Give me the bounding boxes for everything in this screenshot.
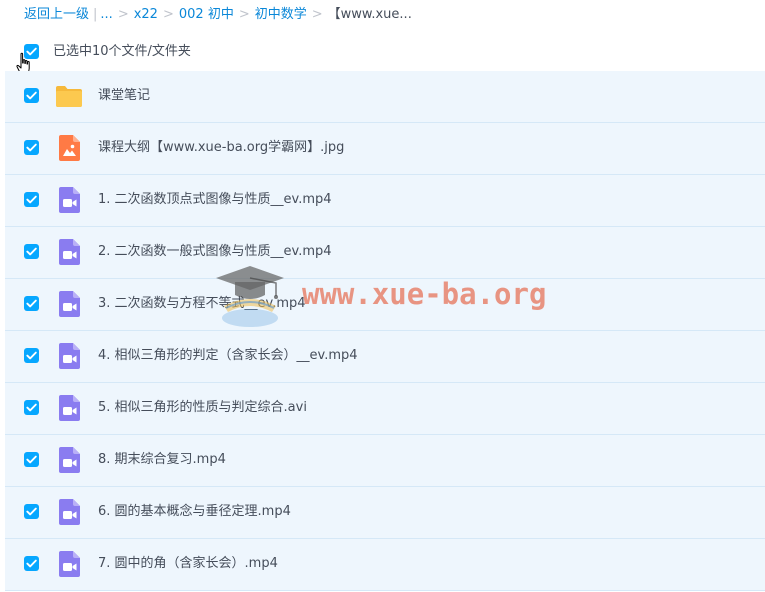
file-browser: 返回上一级 |... > x22 >002 初中 > 初中数学 > 【www.xue... 已选… bbox=[0, 0, 765, 592]
check-icon bbox=[26, 247, 37, 256]
check-icon bbox=[26, 559, 37, 568]
file-name[interactable]: 课堂笔记 bbox=[98, 86, 150, 106]
file-checkbox[interactable] bbox=[24, 244, 39, 259]
file-row[interactable]: 8. 期末综合复习.mp4 bbox=[5, 435, 765, 487]
folder-icon bbox=[55, 82, 83, 110]
file-row[interactable]: 6. 圆的基本概念与垂径定理.mp4 bbox=[5, 487, 765, 539]
video-file-icon bbox=[55, 342, 83, 370]
video-file-icon bbox=[55, 290, 83, 318]
file-row[interactable]: 3. 二次函数与方程不等式__ev.mp4 bbox=[5, 279, 765, 331]
file-name[interactable]: 6. 圆的基本概念与垂径定理.mp4 bbox=[98, 502, 291, 522]
check-icon bbox=[26, 195, 37, 204]
file-name[interactable]: 课程大纲【www.xue-ba.org学霸网】.jpg bbox=[98, 138, 344, 158]
check-icon bbox=[26, 507, 37, 516]
video-file-icon bbox=[55, 238, 83, 266]
file-checkbox[interactable] bbox=[24, 88, 39, 103]
check-icon bbox=[26, 143, 37, 152]
back-link[interactable]: 返回上一级 bbox=[24, 7, 89, 22]
file-row[interactable]: 5. 相似三角形的性质与判定综合.avi bbox=[5, 383, 765, 435]
file-row[interactable]: 1. 二次函数顶点式图像与性质__ev.mp4 bbox=[5, 175, 765, 227]
selection-bar: 已选中10个文件/文件夹 bbox=[0, 36, 765, 70]
breadcrumb-item-math[interactable]: 初中数学 bbox=[255, 7, 307, 22]
video-file-icon bbox=[55, 186, 83, 214]
breadcrumb-separator: > bbox=[311, 7, 323, 22]
file-row[interactable]: 2. 二次函数一般式图像与性质__ev.mp4 bbox=[5, 227, 765, 279]
file-name[interactable]: 8. 期末综合复习.mp4 bbox=[98, 450, 226, 470]
file-name[interactable]: 7. 圆中的角（含家长会）.mp4 bbox=[98, 554, 278, 574]
file-row[interactable]: 4. 相似三角形的判定（含家长会）__ev.mp4 bbox=[5, 331, 765, 383]
image-file-icon bbox=[55, 134, 83, 162]
file-checkbox[interactable] bbox=[24, 296, 39, 311]
file-checkbox[interactable] bbox=[24, 556, 39, 571]
file-name[interactable]: 1. 二次函数顶点式图像与性质__ev.mp4 bbox=[98, 190, 332, 210]
file-checkbox[interactable] bbox=[24, 400, 39, 415]
video-file-icon bbox=[55, 446, 83, 474]
video-file-icon bbox=[55, 394, 83, 422]
breadcrumb-item-002[interactable]: 002 初中 bbox=[179, 7, 234, 22]
check-icon bbox=[26, 403, 37, 412]
file-row[interactable]: 课堂笔记 bbox=[5, 71, 765, 123]
breadcrumb-current: 【www.xue... bbox=[327, 7, 412, 22]
video-file-icon bbox=[55, 550, 83, 578]
file-list: 课堂笔记课程大纲【www.xue-ba.org学霸网】.jpg 1. 二次函数顶点… bbox=[5, 71, 765, 591]
breadcrumb-separator: > bbox=[238, 7, 250, 22]
check-icon bbox=[26, 299, 37, 308]
file-name[interactable]: 4. 相似三角形的判定（含家长会）__ev.mp4 bbox=[98, 346, 358, 366]
file-row[interactable]: 课程大纲【www.xue-ba.org学霸网】.jpg bbox=[5, 123, 765, 175]
video-file-icon bbox=[55, 498, 83, 526]
check-icon bbox=[26, 455, 37, 464]
breadcrumb-divider: | bbox=[93, 7, 98, 22]
file-checkbox[interactable] bbox=[24, 348, 39, 363]
breadcrumb: 返回上一级 |... > x22 >002 初中 > 初中数学 > 【www.xue... bbox=[24, 5, 412, 25]
file-name[interactable]: 2. 二次函数一般式图像与性质__ev.mp4 bbox=[98, 242, 332, 262]
file-checkbox[interactable] bbox=[24, 504, 39, 519]
file-checkbox[interactable] bbox=[24, 452, 39, 467]
selection-count-label: 已选中10个文件/文件夹 bbox=[53, 44, 191, 59]
file-checkbox[interactable] bbox=[24, 192, 39, 207]
file-row[interactable]: 7. 圆中的角（含家长会）.mp4 bbox=[5, 539, 765, 591]
check-icon bbox=[26, 91, 37, 100]
file-name[interactable]: 5. 相似三角形的性质与判定综合.avi bbox=[98, 398, 307, 418]
file-checkbox[interactable] bbox=[24, 140, 39, 155]
breadcrumb-item-x22[interactable]: x22 bbox=[134, 7, 158, 22]
check-icon bbox=[26, 351, 37, 360]
breadcrumb-separator: > bbox=[117, 7, 129, 22]
breadcrumb-separator: > bbox=[162, 7, 174, 22]
breadcrumb-ellipsis[interactable]: ... bbox=[100, 7, 112, 22]
file-name[interactable]: 3. 二次函数与方程不等式__ev.mp4 bbox=[98, 294, 306, 314]
